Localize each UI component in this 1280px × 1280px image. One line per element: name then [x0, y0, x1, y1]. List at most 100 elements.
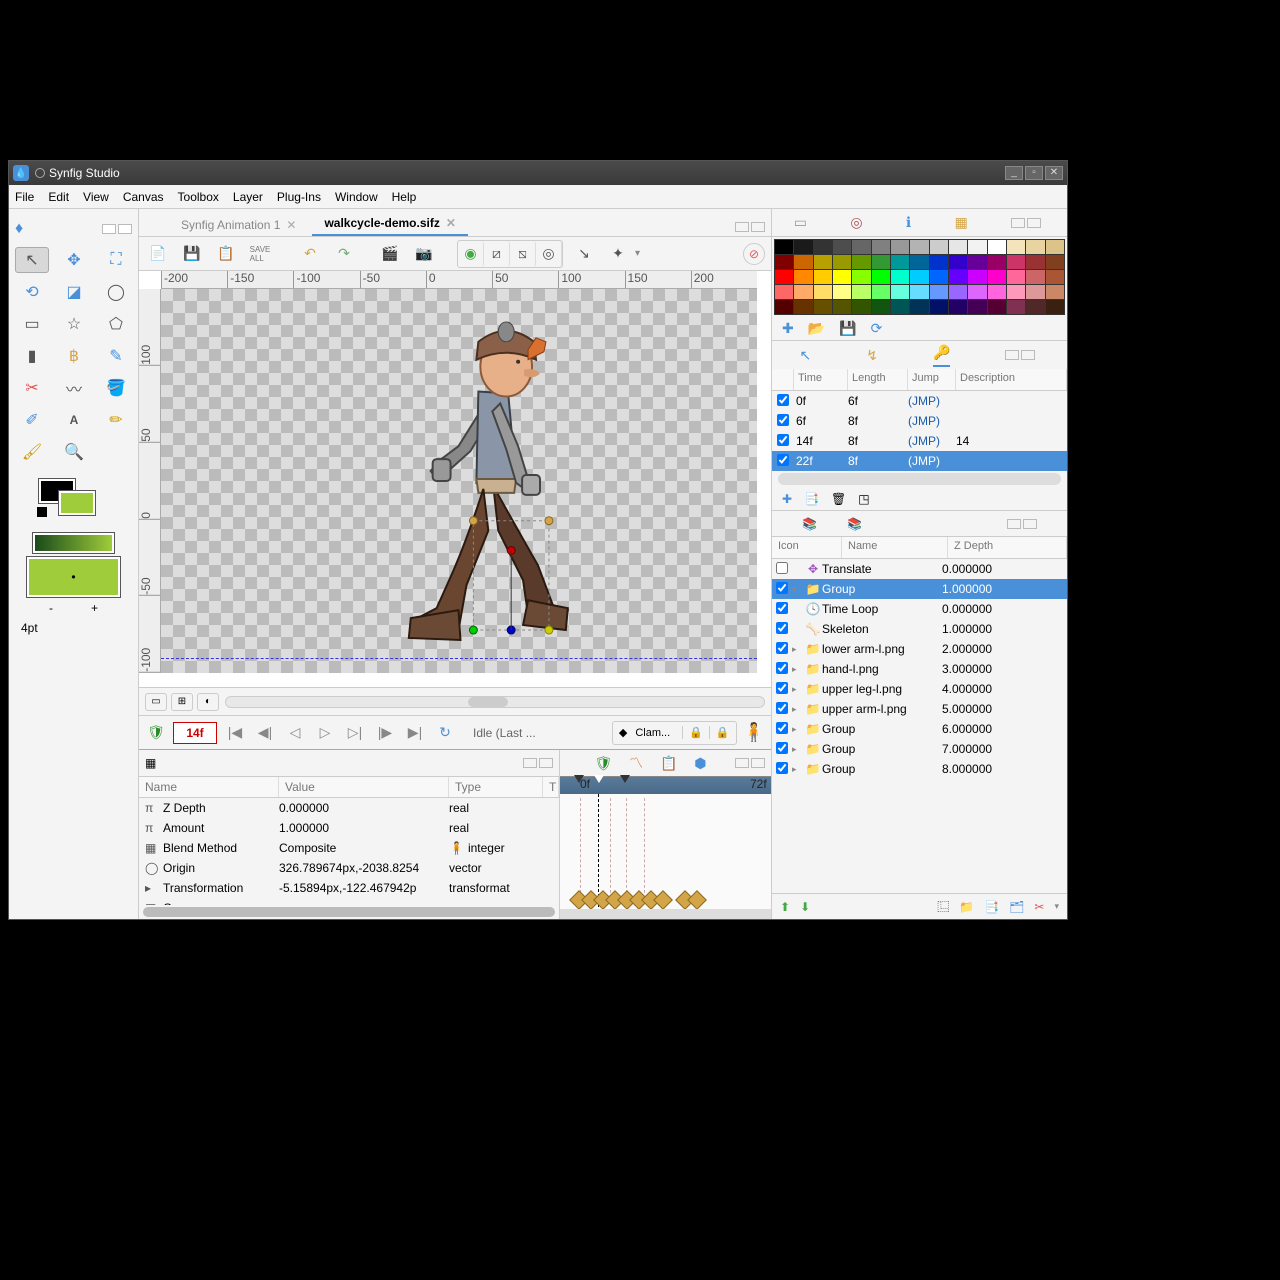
window-sysmenu-icon[interactable]: [35, 168, 45, 178]
palette-swatch[interactable]: [872, 255, 890, 269]
palette-swatch[interactable]: [910, 270, 928, 284]
stop-render-button[interactable]: ⊘: [743, 243, 765, 265]
palette-swatch[interactable]: [910, 285, 928, 299]
layer-dup-button[interactable]: 📑: [984, 900, 999, 914]
palette-swatch[interactable]: [968, 300, 986, 314]
layer-cut-button[interactable]: ✂: [1034, 900, 1044, 914]
params-tab-icon[interactable]: ▦: [145, 756, 156, 770]
palette-swatch[interactable]: [930, 285, 948, 299]
titlebar[interactable]: Synfig Studio _ ▫ ✕: [9, 161, 1067, 185]
onion-both-icon[interactable]: ◎: [536, 241, 562, 267]
palette-swatch[interactable]: [872, 300, 890, 314]
palette-swatch[interactable]: [1026, 255, 1044, 269]
keyframes-select-icon[interactable]: ↖: [800, 347, 812, 364]
kf-active-checkbox[interactable]: [777, 414, 789, 426]
smooth-move-tool[interactable]: ✥: [57, 247, 91, 273]
palette-swatch[interactable]: [988, 255, 1006, 269]
layer-row[interactable]: ▸📁upper leg-l.png4.000000: [772, 679, 1067, 699]
param-row[interactable]: ▦Blend MethodComposite🧍integer: [139, 838, 559, 858]
palette-swatch[interactable]: [968, 270, 986, 284]
info-tab-icon[interactable]: ℹ: [906, 214, 911, 231]
timetrack-tab-icon[interactable]: 🛡: [594, 755, 612, 772]
background-color[interactable]: [59, 491, 95, 515]
viewport[interactable]: [161, 289, 757, 673]
timeline-marker[interactable]: [574, 775, 584, 783]
kf-active-checkbox[interactable]: [777, 454, 789, 466]
timeline-marker[interactable]: [620, 775, 630, 783]
palette-swatch[interactable]: [988, 240, 1006, 254]
minimize-button[interactable]: _: [1005, 166, 1023, 180]
circle-tool[interactable]: ◯: [99, 279, 133, 305]
layer-row[interactable]: 🦴Skeleton1.000000: [772, 619, 1067, 639]
palette-swatch[interactable]: [1007, 285, 1025, 299]
palette-swatch[interactable]: [814, 285, 832, 299]
palette-refresh-icon[interactable]: ⟳: [871, 320, 883, 337]
palette-swatch[interactable]: [949, 285, 967, 299]
layer-row[interactable]: ▸📁upper arm-l.png5.000000: [772, 699, 1067, 719]
timeline-body[interactable]: [560, 794, 771, 919]
keyframe-row[interactable]: 0f6f(JMP): [772, 391, 1067, 411]
palette-swatch[interactable]: [794, 285, 812, 299]
panel-handle[interactable]: [1011, 218, 1025, 228]
palette-swatch[interactable]: [775, 270, 793, 284]
ruler-horizontal[interactable]: -200-150-100-50050100150200: [161, 271, 757, 289]
timeline-ruler[interactable]: 0f 72f: [560, 776, 771, 794]
layer-visible-checkbox[interactable]: [776, 722, 788, 734]
panel-handle[interactable]: [1005, 350, 1019, 360]
show-guides-icon[interactable]: ↘: [571, 241, 597, 267]
param-row[interactable]: πAmount1.000000real: [139, 818, 559, 838]
layer-row[interactable]: ▸📁hand-l.png3.000000: [772, 659, 1067, 679]
palette-swatch[interactable]: [833, 270, 851, 284]
maximize-button[interactable]: ▫: [1025, 166, 1043, 180]
kf-add-button[interactable]: ✚: [782, 492, 792, 506]
gradient-preview[interactable]: [33, 533, 114, 553]
kf-dup-button[interactable]: 📑: [804, 492, 819, 506]
loop-toggle[interactable]: ↻: [433, 721, 457, 745]
layer-row[interactable]: ✥Translate0.000000: [772, 559, 1067, 579]
palette-swatch[interactable]: [949, 270, 967, 284]
palette-swatch[interactable]: [814, 270, 832, 284]
save-all-button[interactable]: SAVEALL: [247, 241, 273, 267]
kf-header-desc[interactable]: Description: [956, 369, 1067, 390]
layer-visible-checkbox[interactable]: [776, 582, 788, 594]
panel-handle[interactable]: [1023, 519, 1037, 529]
playhead-line[interactable]: [598, 794, 599, 907]
palette-swatch[interactable]: [930, 270, 948, 284]
kf-remove-button[interactable]: 🗑: [831, 492, 846, 506]
kf-active-checkbox[interactable]: [777, 394, 789, 406]
palette-swatch[interactable]: [891, 240, 909, 254]
params-header-value[interactable]: Value: [279, 777, 449, 797]
onion-future-icon[interactable]: ⧄: [484, 241, 510, 267]
seek-end-button[interactable]: ▶|: [403, 721, 427, 745]
kf-header-time[interactable]: Time: [794, 369, 848, 390]
palette-swatch[interactable]: [814, 240, 832, 254]
redo-button[interactable]: ↷: [331, 241, 357, 267]
document-tab[interactable]: walkcycle-demo.sifz✕: [312, 212, 467, 236]
keyframe-strip[interactable]: [574, 893, 704, 907]
panel-handle[interactable]: [1027, 218, 1041, 228]
palette-swatch[interactable]: [833, 300, 851, 314]
menu-plug-ins[interactable]: Plug-Ins: [277, 190, 321, 204]
palette-swatch[interactable]: [968, 255, 986, 269]
panel-handle[interactable]: [751, 758, 765, 768]
palette-swatch[interactable]: [1026, 300, 1044, 314]
layer-new-button[interactable]: 📁: [959, 900, 974, 914]
spline-tool[interactable]: ฿: [57, 343, 91, 369]
layer-visible-checkbox[interactable]: [776, 562, 788, 574]
fill-tool[interactable]: 🪣: [99, 375, 133, 401]
menu-window[interactable]: Window: [335, 190, 378, 204]
tab-close-icon[interactable]: ✕: [286, 218, 296, 232]
panel-handle[interactable]: [735, 758, 749, 768]
sets-tab-icon[interactable]: ⬢: [694, 755, 706, 772]
menu-layer[interactable]: Layer: [233, 190, 263, 204]
palette-swatch[interactable]: [1026, 270, 1044, 284]
palette-swatch[interactable]: [1046, 300, 1064, 314]
menu-file[interactable]: File: [15, 190, 34, 204]
reset-colors-icon[interactable]: [37, 507, 47, 517]
rotate-tool[interactable]: ⟲: [15, 279, 49, 305]
palette-swatch[interactable]: [930, 300, 948, 314]
palette-swatch[interactable]: [794, 240, 812, 254]
param-row[interactable]: πZ Depth0.000000real: [139, 798, 559, 818]
palette-swatch[interactable]: [988, 285, 1006, 299]
palette-swatch[interactable]: [1046, 240, 1064, 254]
